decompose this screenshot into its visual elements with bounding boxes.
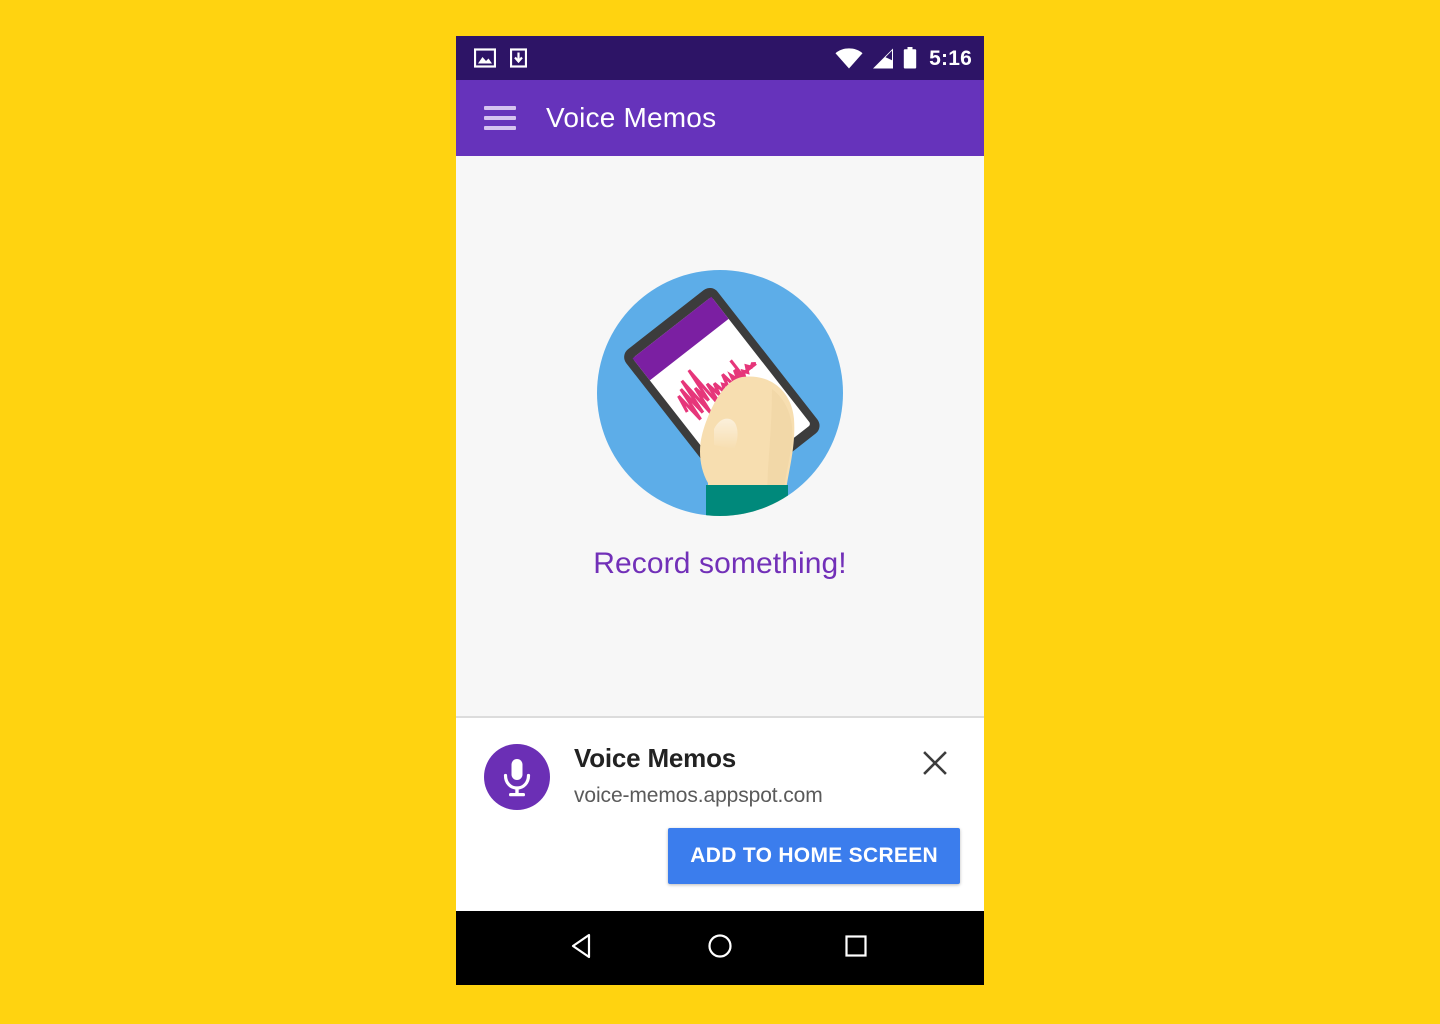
- banner-header: Voice Memos voice-memos.appspot.com: [484, 742, 960, 810]
- hand-holding-phone-recording-illustration: [597, 270, 843, 516]
- hamburger-line: [484, 116, 516, 120]
- android-navigation-bar: [456, 911, 984, 985]
- status-bar-left-icons: [474, 48, 527, 68]
- hamburger-line: [484, 106, 516, 110]
- status-bar: 5:16: [456, 36, 984, 80]
- cell-signal-icon: [872, 48, 894, 69]
- image-icon: [474, 48, 496, 68]
- add-to-home-screen-button[interactable]: ADD TO HOME SCREEN: [668, 828, 960, 884]
- close-icon[interactable]: [918, 746, 952, 780]
- empty-state: Record something!: [593, 269, 847, 581]
- home-button[interactable]: [692, 920, 748, 976]
- banner-actions: ADD TO HOME SCREEN: [484, 828, 960, 884]
- banner-app-info: Voice Memos voice-memos.appspot.com: [574, 742, 823, 808]
- circle-home-icon: [705, 931, 735, 966]
- hamburger-line: [484, 126, 516, 130]
- status-bar-clock: 5:16: [929, 46, 972, 70]
- wifi-icon: [835, 47, 863, 69]
- banner-app-url: voice-memos.appspot.com: [574, 783, 823, 807]
- status-bar-right-icons: 5:16: [835, 47, 972, 69]
- download-icon: [510, 48, 527, 68]
- microphone-icon: [484, 744, 550, 810]
- page-title: Voice Memos: [546, 102, 717, 133]
- triangle-back-icon: [569, 931, 599, 966]
- back-button[interactable]: [556, 920, 612, 976]
- phone-screen: 5:16 Voice Memos Record something! Voice…: [456, 36, 984, 985]
- battery-icon: [903, 47, 917, 69]
- banner-app-name: Voice Memos: [574, 743, 737, 773]
- hamburger-menu-icon[interactable]: [484, 106, 516, 130]
- app-toolbar: Voice Memos: [456, 80, 984, 156]
- main-content: Record something!: [456, 156, 984, 716]
- recents-button[interactable]: [828, 920, 884, 976]
- add-to-home-screen-banner: Voice Memos voice-memos.appspot.com ADD …: [456, 716, 984, 911]
- square-recents-icon: [841, 931, 871, 966]
- empty-state-message: Record something!: [593, 547, 847, 580]
